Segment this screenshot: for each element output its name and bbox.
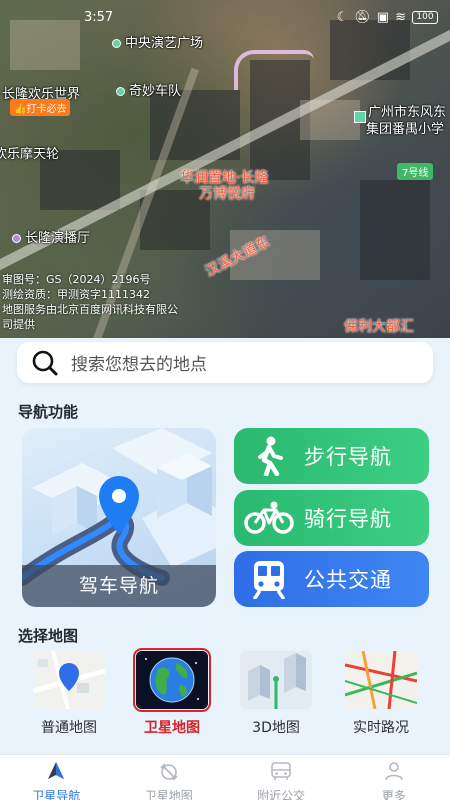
tab-label: 卫星导航 bbox=[32, 789, 81, 800]
battery-level: 100 bbox=[416, 12, 434, 22]
wifi-icon: ≋ bbox=[395, 10, 406, 25]
mute-icon: 🔕︎ bbox=[354, 10, 371, 25]
maptype-normal-label: 普通地图 bbox=[41, 720, 97, 736]
walk-icon bbox=[234, 436, 304, 476]
satellite-icon bbox=[160, 763, 178, 781]
checkin-label: 打卡必去 bbox=[26, 104, 67, 115]
tab-satellite-map[interactable]: 卫星地图 bbox=[113, 755, 226, 800]
status-bar: 3:57 ☾ 🔕︎ ▣ ≋ 100 bbox=[0, 8, 450, 28]
maptype-3d[interactable]: 3D地图 bbox=[236, 651, 316, 737]
poi-ferris[interactable]: 欢乐摩天轮 bbox=[0, 143, 59, 162]
poi-label: 中央演艺广场 bbox=[125, 36, 204, 51]
maptype-normal[interactable]: 普通地图 bbox=[29, 651, 109, 737]
school-icon bbox=[354, 111, 366, 123]
tab-label: 更多 bbox=[381, 789, 406, 800]
traffic-map-thumbnail bbox=[345, 651, 417, 709]
poi-changlong-theater[interactable]: 长隆演播厅 bbox=[12, 227, 90, 246]
search-bar[interactable]: 搜索您想去的地点 bbox=[17, 342, 433, 383]
nav-section-title: 导航功能 bbox=[18, 403, 79, 421]
map-copyright: 审图号：GS（2024）2196号 测绘资质：甲测资字1111342 地图服务由… bbox=[2, 272, 178, 332]
poi-label: 长隆演播厅 bbox=[25, 231, 91, 246]
poi-dot-icon bbox=[112, 39, 121, 48]
satellite-map[interactable]: 3:57 ☾ 🔕︎ ▣ ≋ 100 中央演艺广场 长隆欢乐世界 👍打卡必去 奇妙… bbox=[0, 0, 450, 338]
metro-line-badge: 7号线 bbox=[397, 163, 434, 180]
sim-icon: ▣ bbox=[376, 10, 390, 25]
tab-satellite-nav[interactable]: 卫星导航 bbox=[0, 755, 113, 800]
bus-nav-label: 公共交通 bbox=[304, 568, 392, 592]
poi-poly[interactable]: 保利大都汇 bbox=[344, 316, 414, 336]
satellite-map-thumbnail bbox=[133, 648, 211, 712]
copyright-line: 审图号：GS（2024）2196号 bbox=[2, 273, 151, 286]
bus-nav-button[interactable]: 公共交通 bbox=[234, 551, 429, 607]
ride-nav-button[interactable]: 骑行导航 bbox=[234, 490, 429, 546]
walk-nav-button[interactable]: 步行导航 bbox=[234, 428, 429, 484]
bottom-tab-bar: 卫星导航 卫星地图 附近公交 更多 bbox=[0, 754, 450, 800]
poi-dot-icon bbox=[12, 234, 21, 243]
ride-nav-label: 骑行导航 bbox=[304, 507, 392, 531]
drive-nav-label: 驾车导航 bbox=[22, 565, 216, 607]
status-time: 3:57 bbox=[84, 10, 114, 25]
poi-school-2[interactable]: 集团番禺小学 bbox=[366, 118, 444, 137]
poi-qimiao[interactable]: 奇妙车队 bbox=[116, 80, 181, 99]
poi-dot-icon bbox=[116, 87, 125, 96]
copyright-line: 司提供 bbox=[2, 318, 35, 331]
maptype-section-title: 选择地图 bbox=[18, 627, 79, 645]
poi-label: 奇妙车队 bbox=[129, 84, 182, 99]
user-icon bbox=[384, 762, 403, 781]
drive-nav-card[interactable]: 驾车导航 bbox=[22, 428, 216, 607]
3d-map-thumbnail bbox=[240, 651, 312, 709]
maptype-3d-label: 3D地图 bbox=[252, 720, 300, 736]
maptype-satellite-label: 卫星地图 bbox=[144, 720, 200, 736]
tab-label: 卫星地图 bbox=[144, 789, 193, 800]
copyright-line: 测绘资质：甲测资字1111342 bbox=[2, 288, 150, 301]
copyright-line: 地图服务由北京百度网讯科技有限公 bbox=[2, 303, 178, 316]
tab-more[interactable]: 更多 bbox=[338, 755, 450, 800]
tab-nearby-bus[interactable]: 附近公交 bbox=[225, 755, 338, 800]
battery-icon: 100 bbox=[412, 11, 438, 24]
bus-icon bbox=[271, 762, 292, 780]
bicycle-icon bbox=[234, 501, 304, 535]
route-trace bbox=[234, 50, 314, 90]
search-placeholder: 搜索您想去的地点 bbox=[71, 355, 207, 375]
navigation-arrow-icon bbox=[48, 762, 65, 779]
maptype-traffic[interactable]: 实时路况 bbox=[341, 651, 421, 737]
maptype-satellite[interactable]: 卫星地图 bbox=[132, 648, 212, 737]
moon-icon: ☾ bbox=[336, 10, 349, 25]
checkin-badge: 👍打卡必去 bbox=[10, 99, 71, 116]
maptype-traffic-label: 实时路况 bbox=[353, 720, 409, 736]
search-icon bbox=[32, 350, 58, 375]
tab-label: 附近公交 bbox=[257, 789, 306, 800]
poi-huarun-2[interactable]: 万博悦府 bbox=[199, 183, 255, 203]
train-icon bbox=[234, 559, 304, 599]
poi-center-plaza[interactable]: 中央演艺广场 bbox=[112, 32, 203, 51]
normal-map-thumbnail bbox=[33, 651, 105, 709]
walk-nav-label: 步行导航 bbox=[304, 445, 392, 469]
